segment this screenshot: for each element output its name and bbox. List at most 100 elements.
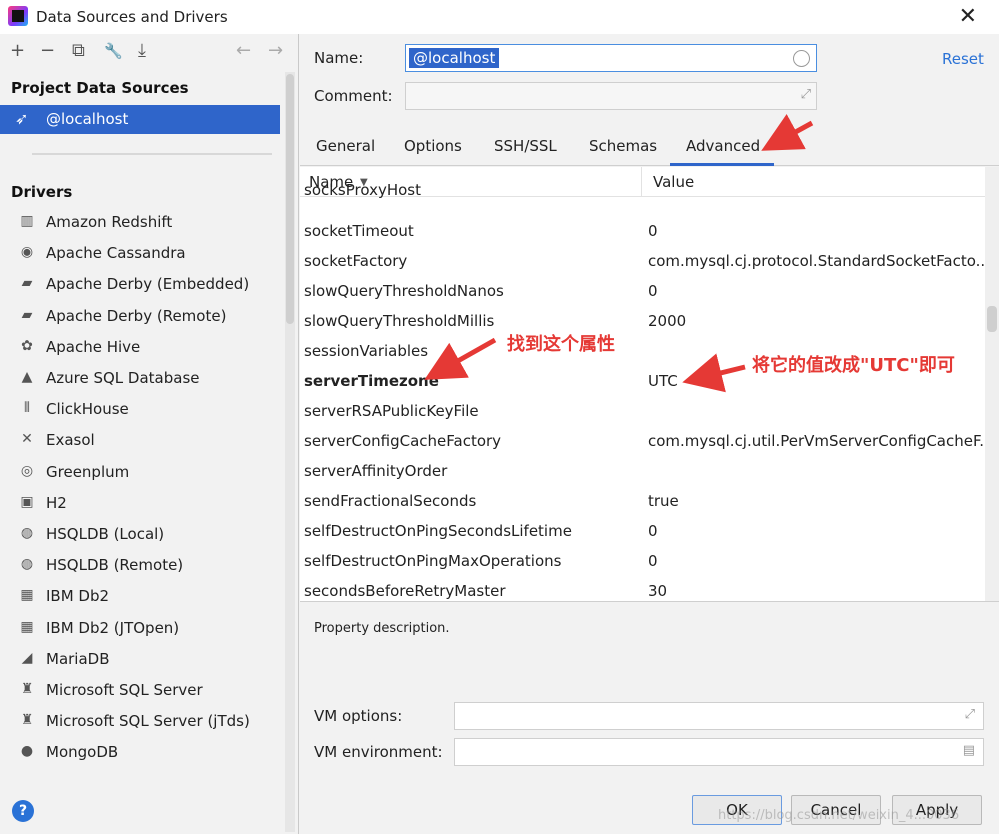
tab-ssh-ssl[interactable]: SSH/SSL [494, 137, 557, 155]
name-input[interactable]: @localhost [405, 44, 817, 72]
driver-label: MariaDB [46, 649, 110, 668]
vm-environment-label: VM environment: [314, 743, 443, 761]
driver-icon: ✕ [21, 431, 33, 448]
copy-icon[interactable]: ⧉ [72, 40, 85, 61]
help-icon[interactable]: ? [12, 800, 34, 822]
active-tab-indicator [670, 163, 774, 166]
add-icon[interactable]: + [10, 40, 25, 61]
property-value[interactable]: 30 [648, 582, 984, 600]
table-row[interactable]: serverAffinityOrder [300, 457, 985, 487]
import-icon[interactable]: ⤓ [138, 40, 146, 61]
property-name: secondsBeforeRetryMaster [304, 582, 506, 600]
data-source-localhost[interactable]: ➶ @localhost [0, 105, 280, 134]
table-row[interactable]: selfDestructOnPingMaxOperations 0 [300, 547, 985, 577]
table-row[interactable]: slowQueryThresholdNanos 0 [300, 277, 985, 307]
driver-label: Exasol [46, 431, 95, 450]
driver-item[interactable]: ▣ H2 [0, 490, 280, 518]
vm-options-input[interactable]: ⤢ [454, 702, 984, 730]
driver-icon: ⦀ [23, 400, 31, 417]
table-row[interactable]: selfDestructOnPingSecondsLifetime 0 [300, 517, 985, 547]
left-scrollbar-thumb[interactable] [286, 74, 294, 324]
property-value[interactable]: 0 [648, 222, 984, 240]
forward-icon[interactable]: → [268, 40, 283, 61]
driver-icon: ▰ [21, 275, 33, 292]
color-circle-icon[interactable] [793, 50, 810, 67]
property-value[interactable]: true [648, 492, 984, 510]
driver-item[interactable]: ◍ HSQLDB (Local) [0, 521, 280, 549]
name-input-value: @localhost [409, 48, 500, 68]
driver-icon: ◉ [20, 244, 34, 261]
close-icon[interactable]: ✕ [959, 4, 977, 29]
back-icon[interactable]: ← [236, 40, 251, 61]
driver-icon: ♜ [20, 712, 34, 729]
table-row[interactable]: secondsBeforeRetryMaster 30 [300, 577, 985, 601]
table-scrollbar-thumb[interactable] [987, 306, 997, 332]
driver-label: Microsoft SQL Server (jTds) [46, 712, 250, 731]
remove-icon[interactable]: − [40, 40, 55, 61]
annotation-find-property: 找到这个属性 [507, 334, 615, 355]
property-value[interactable]: com.mysql.cj.protocol.StandardSocketFact… [648, 252, 984, 270]
driver-item[interactable]: ◍ HSQLDB (Remote) [0, 552, 280, 580]
driver-item[interactable]: ▰ Apache Derby (Remote) [0, 303, 280, 331]
driver-item[interactable]: ◎ Greenplum [0, 459, 280, 487]
table-row[interactable]: serverRSAPublicKeyFile [300, 397, 985, 427]
expand-icon[interactable]: ⤢ [965, 707, 975, 722]
data-source-label: @localhost [46, 110, 129, 128]
driver-label: Apache Cassandra [46, 244, 186, 263]
property-value[interactable]: 2000 [648, 312, 984, 330]
tab-schemas[interactable]: Schemas [589, 137, 657, 155]
driver-icon: ● [20, 743, 34, 760]
driver-icon: ◢ [21, 649, 33, 666]
table-row[interactable]: slowQueryThresholdMillis 2000 [300, 307, 985, 337]
property-value[interactable]: 0 [648, 282, 984, 300]
description-divider [300, 601, 999, 602]
table-row[interactable]: sendFractionalSeconds true [300, 487, 985, 517]
driver-item[interactable]: ⦀ ClickHouse [0, 396, 280, 424]
wrench-icon[interactable]: 🔧 [104, 42, 123, 60]
table-row[interactable]: socksProxyHost [300, 181, 985, 217]
table-scrollbar-track[interactable] [985, 167, 999, 601]
driver-item[interactable]: ▦ IBM Db2 [0, 583, 280, 611]
table-row[interactable]: socketTimeout 0 [300, 217, 985, 247]
property-name: sendFractionalSeconds [304, 492, 477, 510]
property-value[interactable]: 0 [648, 552, 984, 570]
title-bar: Data Sources and Drivers ✕ [0, 0, 999, 34]
tab-general[interactable]: General [316, 137, 375, 155]
annotation-change-value: 将它的值改成"UTC"即可 [752, 355, 955, 376]
driver-label: MongoDB [46, 743, 119, 762]
vm-environment-input[interactable]: ▤ [454, 738, 984, 766]
property-value[interactable]: com.mysql.cj.util.PerVmServerConfigCache… [648, 432, 984, 450]
window-title: Data Sources and Drivers [36, 8, 228, 26]
driver-item[interactable]: ▦ IBM Db2 (JTOpen) [0, 615, 280, 643]
comment-input[interactable]: ⤢ [405, 82, 817, 110]
expand-icon[interactable]: ⤢ [801, 87, 811, 102]
property-name: selfDestructOnPingSecondsLifetime [304, 522, 572, 540]
driver-item[interactable]: ▲ Azure SQL Database [0, 365, 280, 393]
document-icon[interactable]: ▤ [963, 743, 975, 758]
tab-options[interactable]: Options [404, 137, 462, 155]
driver-label: Apache Hive [46, 337, 141, 356]
property-name: selfDestructOnPingMaxOperations [304, 552, 562, 570]
driver-item[interactable]: ♜ Microsoft SQL Server (jTds) [0, 708, 280, 736]
driver-item[interactable]: ◢ MariaDB [0, 646, 280, 674]
driver-item[interactable]: ▰ Apache Derby (Embedded) [0, 271, 280, 299]
property-value[interactable]: 0 [648, 522, 984, 540]
driver-item[interactable]: ◉ Apache Cassandra [0, 240, 280, 268]
driver-label: ClickHouse [46, 400, 129, 419]
driver-label: Greenplum [46, 462, 130, 481]
tab-advanced[interactable]: Advanced [686, 137, 760, 155]
driver-item[interactable]: ▥ Amazon Redshift [0, 209, 280, 237]
table-row[interactable]: socketFactory com.mysql.cj.protocol.Stand… [300, 247, 985, 277]
driver-label: Amazon Redshift [46, 213, 173, 231]
driver-label: Apache Derby (Embedded) [46, 275, 250, 294]
reset-link[interactable]: Reset [942, 50, 984, 68]
intellij-app-icon [8, 6, 28, 26]
driver-item[interactable]: ✿ Apache Hive [0, 334, 280, 362]
driver-label: Microsoft SQL Server [46, 681, 203, 699]
driver-item[interactable]: ✕ Exasol [0, 427, 280, 455]
drivers-title: Drivers [11, 183, 73, 201]
driver-item[interactable]: ● MongoDB [0, 739, 280, 767]
property-name: slowQueryThresholdMillis [304, 312, 495, 330]
table-row[interactable]: serverConfigCacheFactory com.mysql.cj.uti… [300, 427, 985, 457]
driver-item[interactable]: ♜ Microsoft SQL Server [0, 677, 280, 705]
